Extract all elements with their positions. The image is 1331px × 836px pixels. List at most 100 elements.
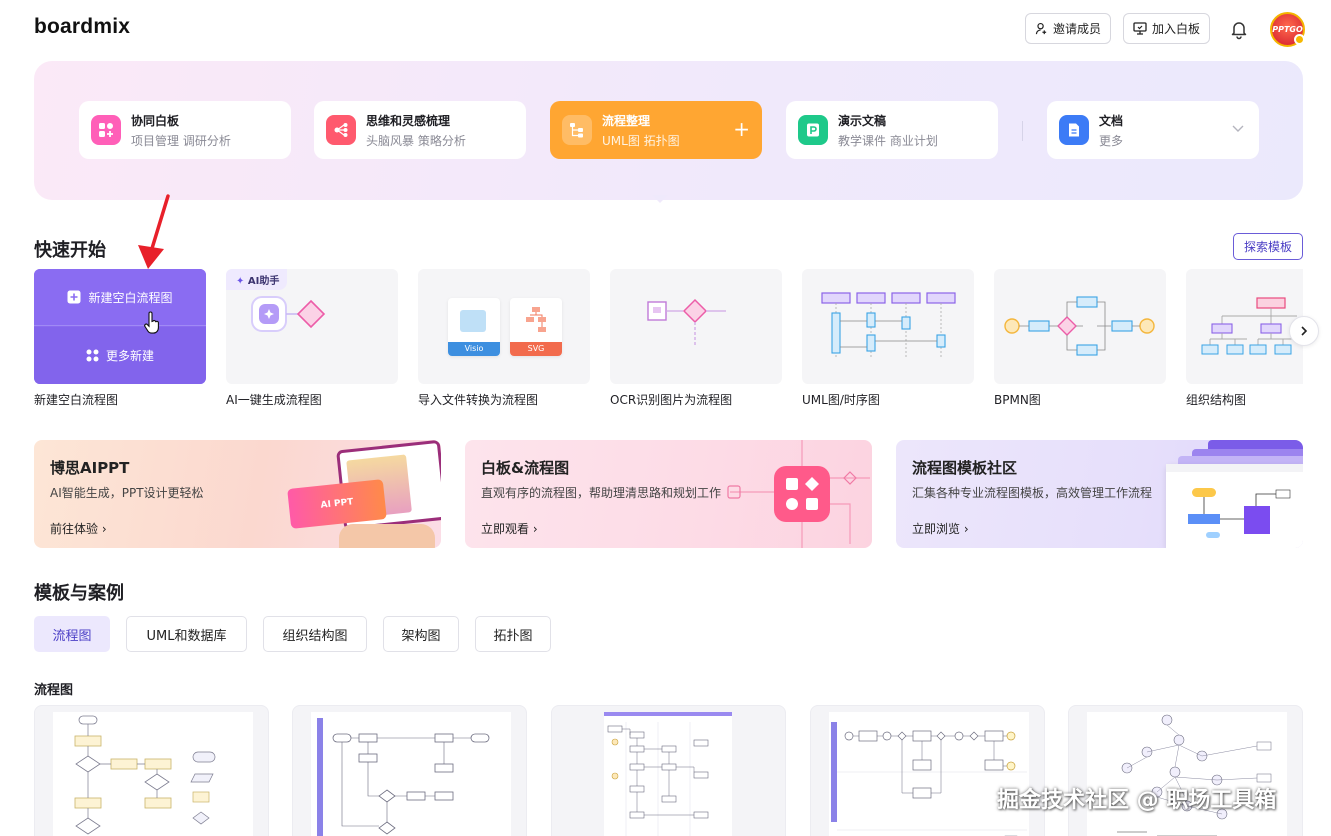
bpmn-illustration xyxy=(1004,296,1155,356)
ai-assistant-badge-label: AI助手 xyxy=(247,276,280,287)
card-label: OCR识别图片为流程图 xyxy=(610,393,733,407)
category-whiteboard[interactable]: 协同白板项目管理 调研分析 xyxy=(79,101,291,159)
grid-icon xyxy=(86,349,99,362)
watermark-text: 掘金技术社区 @ 职场工具箱 xyxy=(997,788,1277,813)
promo-link[interactable]: 前往体验 › xyxy=(50,520,107,537)
promo-link-label: 立即观看 xyxy=(481,522,530,536)
template-card[interactable] xyxy=(1068,705,1303,836)
ai-generate-flowchart-card[interactable]: ✦ AI助手 xyxy=(226,269,398,384)
promo-template-community[interactable]: 流程图模板社区 汇集各种专业流程图模板，高效管理工作流程 立即浏览 › xyxy=(896,440,1303,548)
template-thumbnail xyxy=(1087,712,1287,836)
template-thumbnail xyxy=(311,712,511,836)
avatar-text: PPTGO xyxy=(1272,25,1303,34)
join-board-button[interactable]: 加入白板 xyxy=(1123,13,1211,44)
org-chart-card[interactable] xyxy=(1186,269,1303,384)
templates-title: 模板与案例 xyxy=(34,583,124,604)
new-blank-flowchart-button[interactable]: 新建空白流程图 xyxy=(34,269,206,326)
presentation-icon xyxy=(798,115,828,145)
scroll-right-button[interactable] xyxy=(1289,316,1319,346)
template-card[interactable] xyxy=(292,705,527,836)
category-subtitle: 更多 xyxy=(1099,133,1124,148)
flowchart-promo-illustration xyxy=(727,440,870,548)
category-subtitle: 教学课件 商业计划 xyxy=(838,133,938,148)
ai-assistant-badge: ✦ AI助手 xyxy=(226,269,288,290)
promo-link-label: 立即浏览 xyxy=(912,522,961,536)
join-board-label: 加入白板 xyxy=(1152,22,1201,36)
promo-subtitle: AI智能生成，PPT设计更轻松 xyxy=(50,486,204,500)
bpmn-card[interactable] xyxy=(994,269,1166,384)
import-file-card[interactable]: Visio SVG xyxy=(418,269,590,384)
template-card[interactable] xyxy=(34,705,269,836)
promo-aippt[interactable]: 博思AIPPT AI智能生成，PPT设计更轻松 前往体验 › AI PPT xyxy=(34,440,441,548)
chevron-down-icon[interactable] xyxy=(1231,121,1245,135)
visio-file-icon: Visio xyxy=(448,298,500,356)
whiteboard-icon xyxy=(91,115,121,145)
chevron-right-icon: › xyxy=(963,522,969,536)
chevron-right-icon xyxy=(1301,326,1308,336)
chevron-right-icon: › xyxy=(101,522,107,536)
card-label: UML图/时序图 xyxy=(802,393,880,407)
category-title: 文档 xyxy=(1099,113,1124,128)
svg-tag: SVG xyxy=(510,342,562,356)
category-subtitle: UML图 拓扑图 xyxy=(602,133,680,148)
template-preview-graphic xyxy=(1166,464,1303,538)
category-subtitle: 头脑风暴 策略分析 xyxy=(366,133,466,148)
hero-pointer xyxy=(652,195,668,203)
promo-subtitle: 汇集各种专业流程图模板，高效管理工作流程 xyxy=(912,486,1153,500)
invite-member-label: 邀请成员 xyxy=(1053,22,1102,36)
svg-file-icon: SVG xyxy=(510,298,562,356)
tab-architecture[interactable]: 架构图 xyxy=(383,616,459,652)
template-preview-window xyxy=(1166,464,1303,548)
notification-bell-icon[interactable] xyxy=(1228,18,1250,40)
promo-subtitle: 直观有序的流程图，帮助理清思路和规划工作 xyxy=(481,486,722,500)
new-blank-flowchart-label: 新建空白流程图 xyxy=(88,290,173,305)
more-new-button[interactable]: 更多新建 xyxy=(34,327,206,384)
invite-member-button[interactable]: 邀请成员 xyxy=(1025,13,1112,44)
category-document[interactable]: 文档 更多 xyxy=(1047,101,1259,159)
card-label: 组织结构图 xyxy=(1186,393,1247,407)
chevron-right-icon: › xyxy=(532,522,538,536)
mindmap-icon xyxy=(326,115,356,145)
category-presentation[interactable]: 演示文稿教学课件 商业计划 xyxy=(786,101,998,159)
ai-icon: ✦ xyxy=(236,276,248,287)
quick-start-title: 快速开始 xyxy=(34,240,106,261)
template-thumbnail xyxy=(829,712,1029,836)
tab-org-chart[interactable]: 组织结构图 xyxy=(263,616,367,652)
card-label: 新建空白流程图 xyxy=(34,393,119,407)
annotation-arrow-icon xyxy=(138,194,170,269)
category-mindmap[interactable]: 思维和灵感梳理 头脑风暴 策略分析 xyxy=(314,101,526,159)
user-avatar[interactable]: PPTGO xyxy=(1270,12,1305,47)
template-card[interactable] xyxy=(551,705,786,836)
promo-title: 白板&流程图 xyxy=(481,459,570,477)
category-title: 演示文稿 xyxy=(838,113,887,128)
tab-topology[interactable]: 拓扑图 xyxy=(475,616,551,652)
card-label: BPMN图 xyxy=(994,393,1041,407)
tab-flowchart[interactable]: 流程图 xyxy=(34,616,110,652)
category-divider xyxy=(1022,121,1023,141)
template-card[interactable] xyxy=(810,705,1045,836)
hand-cursor-icon xyxy=(144,311,159,334)
ocr-image-card[interactable] xyxy=(610,269,782,384)
promo-link[interactable]: 立即观看 › xyxy=(481,520,538,537)
explore-templates-button[interactable]: 探索模板 xyxy=(1233,233,1303,260)
plus-icon[interactable]: + xyxy=(733,117,750,141)
ocr-flowchart-illustration xyxy=(647,298,726,346)
category-subtitle: 项目管理 调研分析 xyxy=(131,133,231,148)
flowchart-subsection-title: 流程图 xyxy=(34,683,74,698)
tab-uml-database[interactable]: UML和数据库 xyxy=(126,616,247,652)
category-flowchart[interactable]: 流程整理 UML图 拓扑图 + xyxy=(550,101,762,159)
board-icon xyxy=(1133,22,1147,35)
hands-illustration xyxy=(339,524,435,548)
category-title: 思维和灵感梳理 xyxy=(366,113,451,128)
ai-flowchart-illustration xyxy=(251,296,326,332)
top-header: boardmix 邀请成员 加入白板 PPTGO xyxy=(0,0,1331,58)
template-thumbnail xyxy=(604,712,732,836)
promo-whiteboard-flowchart[interactable]: 白板&流程图 直观有序的流程图，帮助理清思路和规划工作 立即观看 › xyxy=(465,440,872,548)
boardmix-logo[interactable]: boardmix xyxy=(34,15,130,39)
more-new-label: 更多新建 xyxy=(105,349,154,363)
category-title: 协同白板 xyxy=(131,113,180,128)
promo-link[interactable]: 立即浏览 › xyxy=(912,520,969,537)
uml-sequence-card[interactable] xyxy=(802,269,974,384)
promo-title: 博思AIPPT xyxy=(50,459,130,477)
user-add-icon xyxy=(1035,22,1047,35)
